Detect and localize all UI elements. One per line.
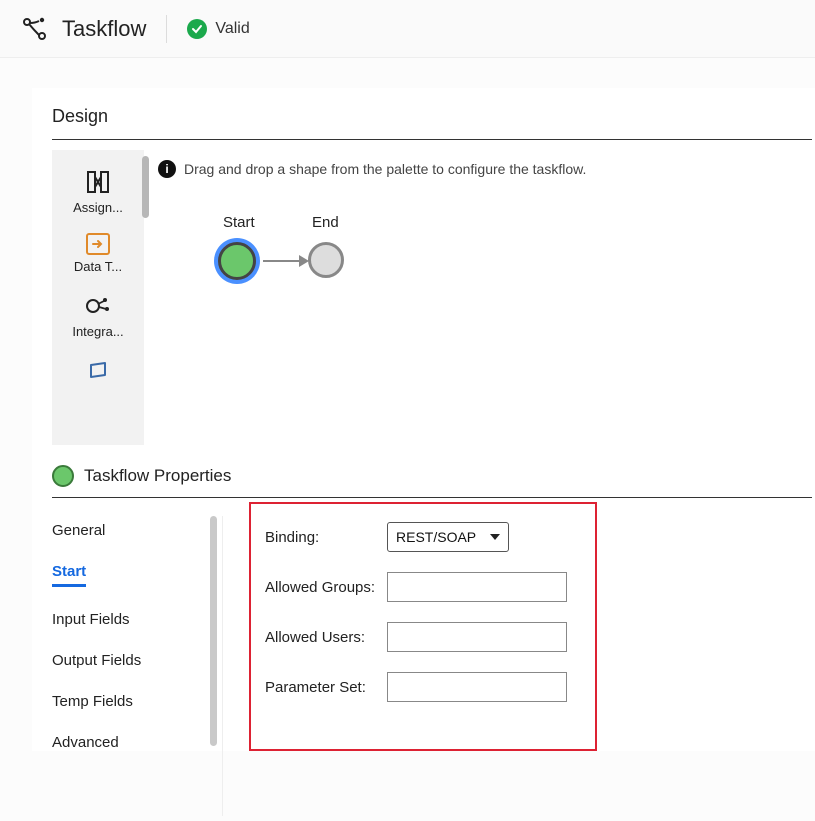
tabs-scrollbar[interactable] bbox=[210, 516, 217, 746]
palette-label: Integra... bbox=[60, 324, 136, 339]
binding-value: REST/SOAP bbox=[396, 529, 476, 545]
palette-label: Assign... bbox=[60, 200, 136, 215]
design-section: Design Assign... bbox=[32, 88, 815, 445]
palette-item-integration[interactable]: Integra... bbox=[58, 284, 138, 345]
tab-output-fields[interactable]: Output Fields bbox=[52, 652, 141, 669]
check-circle-icon bbox=[187, 19, 207, 39]
taskflow-icon bbox=[22, 16, 48, 42]
palette-item-data-task[interactable]: Data T... bbox=[58, 225, 138, 280]
flow-diagram: Start End bbox=[208, 214, 801, 354]
allowed-groups-input[interactable] bbox=[387, 572, 567, 602]
header-divider bbox=[166, 15, 167, 43]
start-node-dot-icon bbox=[52, 465, 74, 487]
allowed-users-label: Allowed Users: bbox=[265, 629, 387, 646]
flow-edge[interactable] bbox=[263, 259, 309, 263]
tab-general[interactable]: General bbox=[52, 522, 105, 539]
note-icon bbox=[60, 357, 136, 385]
properties-tabs: General Start Input Fields Output Fields… bbox=[52, 520, 212, 751]
start-node[interactable] bbox=[218, 242, 256, 280]
header-bar: Taskflow Valid bbox=[0, 0, 815, 58]
palette-item-note[interactable] bbox=[58, 349, 138, 395]
end-node-label: End bbox=[312, 214, 339, 231]
start-properties-form: Binding: REST/SOAP Allowed Groups: Allow… bbox=[249, 502, 597, 751]
tab-start[interactable]: Start bbox=[52, 563, 86, 587]
status-text: Valid bbox=[215, 20, 249, 38]
assignment-icon bbox=[60, 168, 136, 196]
page-title: Taskflow bbox=[62, 16, 146, 42]
section-rule bbox=[52, 139, 812, 140]
validation-status: Valid bbox=[187, 19, 249, 39]
canvas-hint: i Drag and drop a shape from the palette… bbox=[158, 160, 801, 178]
chevron-down-icon bbox=[490, 534, 500, 540]
tab-advanced[interactable]: Advanced bbox=[52, 734, 119, 751]
tab-input-fields[interactable]: Input Fields bbox=[52, 611, 130, 628]
shape-palette: Assign... Data T... bbox=[52, 150, 144, 445]
integration-icon bbox=[60, 292, 136, 320]
tabs-divider bbox=[222, 516, 223, 816]
allowed-groups-label: Allowed Groups: bbox=[265, 579, 387, 596]
allowed-users-input[interactable] bbox=[387, 622, 567, 652]
parameter-set-input[interactable] bbox=[387, 672, 567, 702]
start-node-label: Start bbox=[223, 214, 255, 231]
binding-label: Binding: bbox=[265, 529, 387, 546]
data-task-icon bbox=[86, 233, 110, 255]
end-node[interactable] bbox=[308, 242, 344, 278]
hint-text: Drag and drop a shape from the palette t… bbox=[184, 161, 586, 177]
design-heading: Design bbox=[52, 106, 815, 139]
tab-temp-fields[interactable]: Temp Fields bbox=[52, 693, 133, 710]
section-rule bbox=[52, 497, 812, 498]
properties-section: Taskflow Properties General Start Input … bbox=[32, 465, 815, 751]
info-icon: i bbox=[158, 160, 176, 178]
binding-select[interactable]: REST/SOAP bbox=[387, 522, 509, 552]
palette-label: Data T... bbox=[60, 259, 136, 274]
properties-heading: Taskflow Properties bbox=[84, 466, 231, 486]
palette-item-assignment[interactable]: Assign... bbox=[58, 160, 138, 221]
parameter-set-label: Parameter Set: bbox=[265, 679, 387, 696]
design-canvas[interactable]: i Drag and drop a shape from the palette… bbox=[144, 150, 815, 445]
